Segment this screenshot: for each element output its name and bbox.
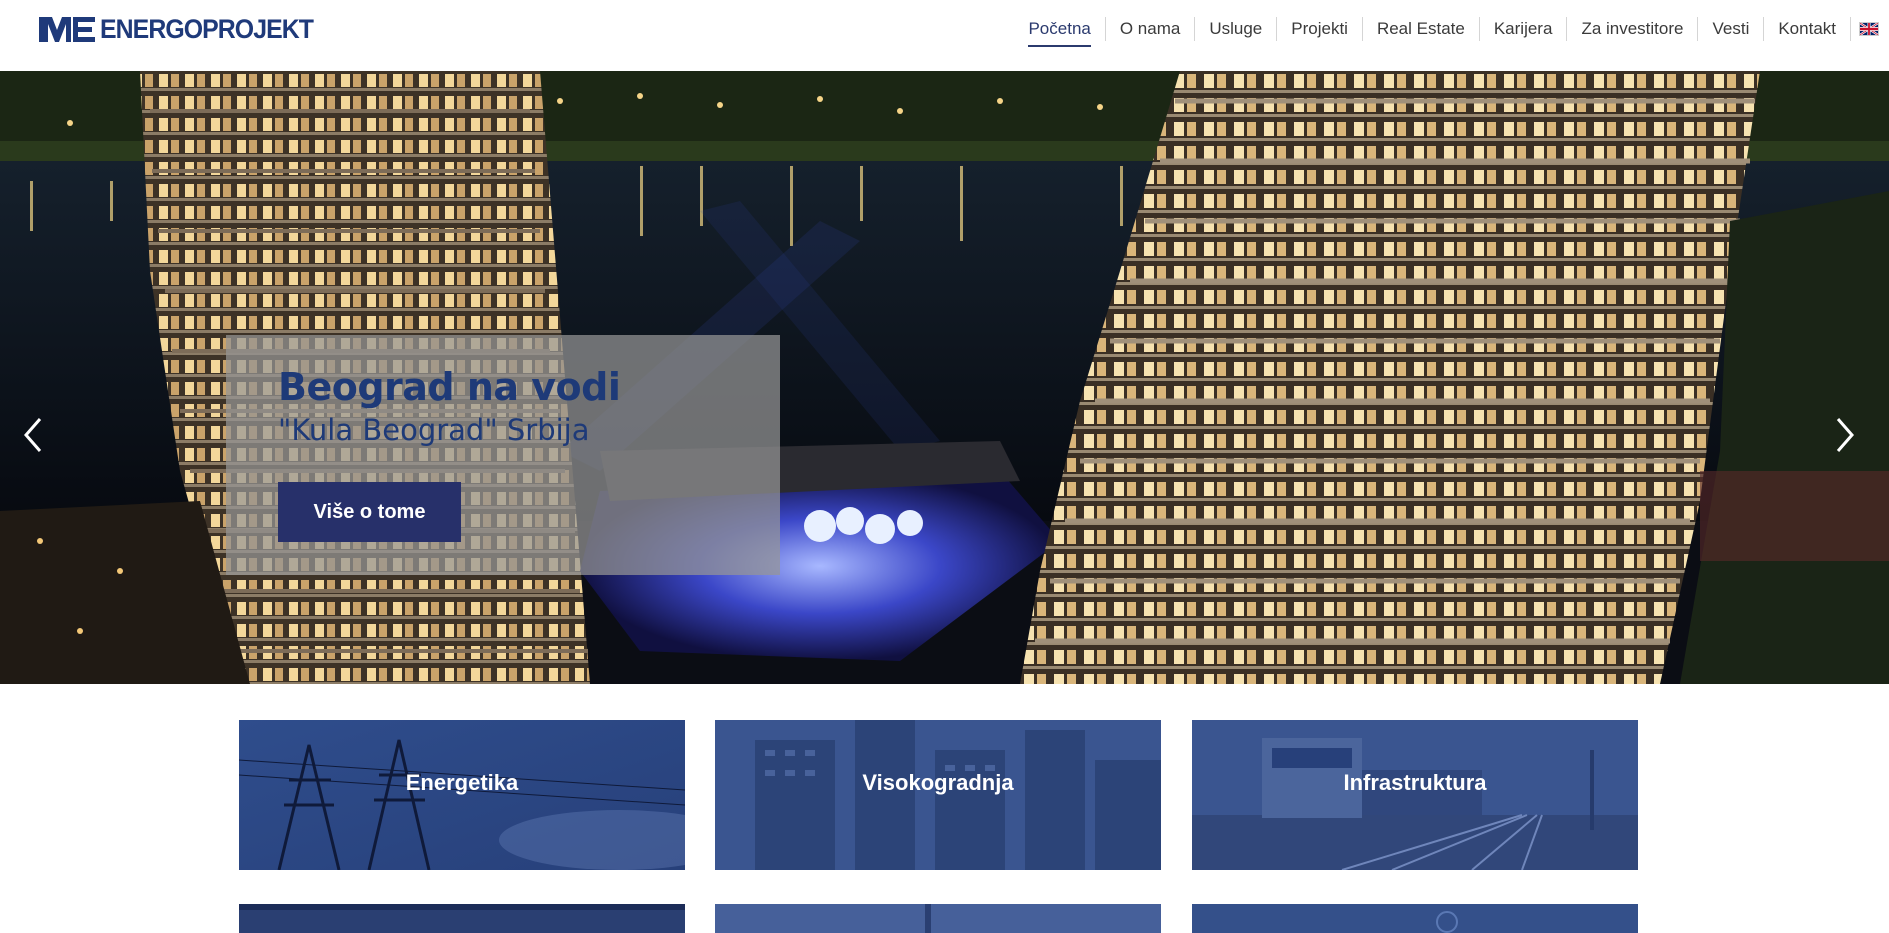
read-more-button[interactable]: Više o tome: [278, 482, 461, 542]
chevron-right-icon[interactable]: [1830, 413, 1860, 457]
nav-item-vesti[interactable]: Vesti: [1698, 17, 1765, 41]
tile-visokogradnja[interactable]: Visokogradnja: [715, 720, 1161, 870]
energoprojekt-logo[interactable]: ENERGOPROJEKT: [38, 14, 332, 44]
logo-mark-icon: [39, 17, 95, 42]
tile-label-infrastruktura: Infrastruktura: [1343, 770, 1487, 795]
nav-item-real-estate[interactable]: Real Estate: [1363, 17, 1480, 41]
tile-row2-1[interactable]: [239, 904, 685, 933]
slide-title: Beograd na vodi: [278, 365, 621, 409]
hero-slider: Beograd na vodi "Kula Beograd" Srbija Vi…: [0, 71, 1889, 684]
site-header: ENERGOPROJEKT Početna O nama Usluge Proj…: [0, 0, 1889, 71]
tile-infrastruktura[interactable]: Infrastruktura: [1192, 720, 1638, 870]
nav-item-za-investitore[interactable]: Za investitore: [1567, 17, 1699, 41]
main-nav: Početna O nama Usluge Projekti Real Esta…: [1014, 15, 1879, 47]
tile-energetika[interactable]: Energetika: [239, 720, 685, 870]
nav-item-kontakt[interactable]: Kontakt: [1764, 17, 1851, 41]
nav-item-o-nama[interactable]: O nama: [1106, 17, 1196, 41]
slide-subtitle: "Kula Beograd" Srbija: [278, 413, 590, 447]
nav-item-pocetna[interactable]: Početna: [1014, 17, 1106, 47]
tile-row2-2[interactable]: [715, 904, 1161, 933]
tile-label-energetika: Energetika: [405, 770, 519, 795]
tile-row2-1-image: [239, 904, 685, 933]
logo-text: ENERGOPROJEKT: [100, 14, 314, 44]
uk-flag-icon[interactable]: [1859, 22, 1879, 36]
tile-row2-2-image: [715, 904, 1161, 933]
tile-label-visokogradnja: Visokogradnja: [862, 770, 1014, 795]
nav-item-karijera[interactable]: Karijera: [1480, 17, 1568, 41]
chevron-left-icon[interactable]: [18, 413, 48, 457]
nav-item-projekti[interactable]: Projekti: [1277, 17, 1363, 41]
nav-item-usluge[interactable]: Usluge: [1195, 17, 1278, 41]
slide-caption: Beograd na vodi "Kula Beograd" Srbija Vi…: [226, 335, 780, 575]
tile-row2-3[interactable]: [1192, 904, 1638, 933]
tile-row2-3-image: [1192, 904, 1638, 933]
